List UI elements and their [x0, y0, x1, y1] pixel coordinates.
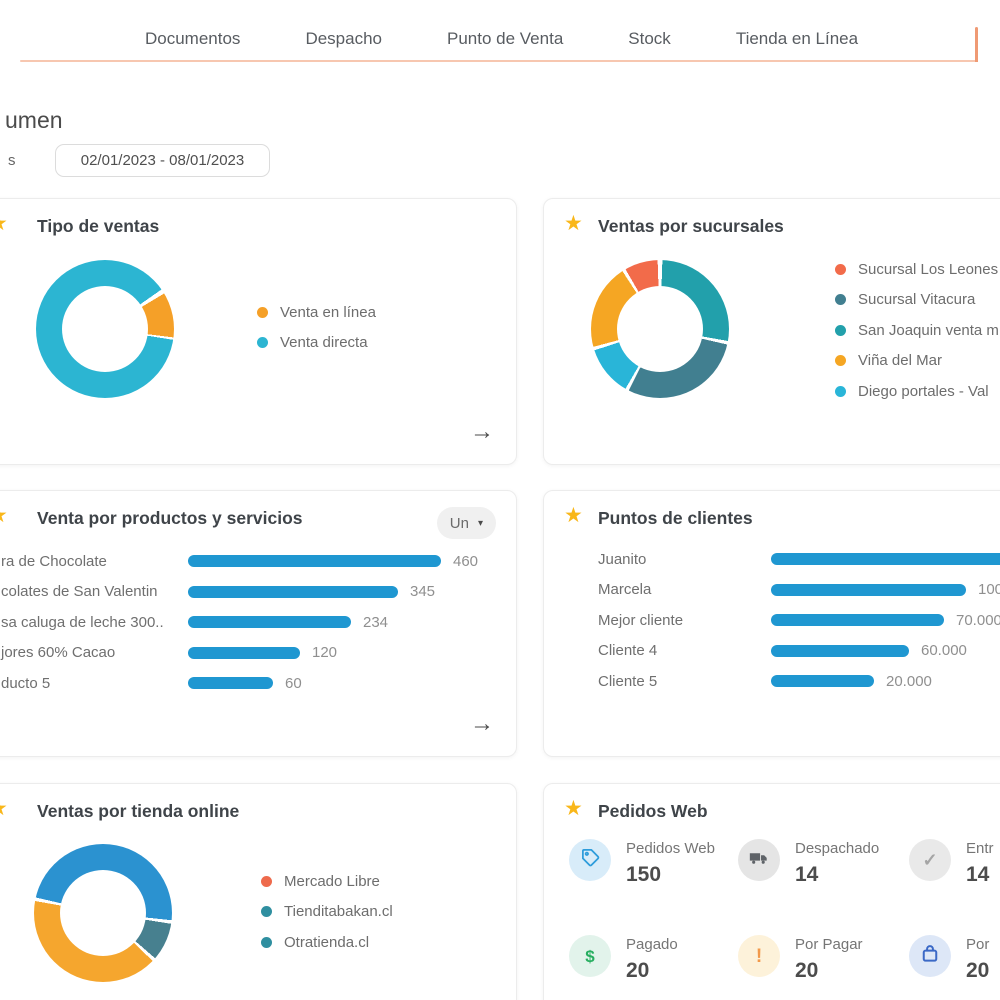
bar-row: ducto 5 60	[1, 668, 516, 699]
stat-pedidos-web: Pedidos Web 150	[569, 839, 738, 887]
tipo-de-ventas-legend: Venta en línea Venta directa	[257, 297, 376, 358]
legend-dot	[257, 337, 268, 348]
stat-por-retirar: Por 20	[909, 935, 1000, 983]
bar[interactable]	[771, 553, 1000, 565]
legend-item: Venta directa	[257, 328, 376, 359]
card-ventas-por-sucursales: ★ Ventas por sucursales Sucursal Los Leo…	[543, 198, 1000, 465]
stat-entregado: ✓ Entr 14	[909, 839, 1000, 887]
nav-item-tienda-en-linea[interactable]: Tienda en Línea	[736, 15, 858, 49]
legend-item: Viña del Mar	[835, 346, 999, 377]
legend-item: Venta en línea	[257, 297, 376, 328]
legend-item: Tienditabakan.cl	[261, 897, 393, 928]
bar-row: Mejor cliente 70.000	[598, 605, 1000, 636]
stat-despachado: Despachado 14	[738, 839, 909, 887]
legend-dot	[835, 386, 846, 397]
date-filter-label: s	[8, 152, 16, 169]
legend-item: Diego portales - Val	[835, 376, 999, 407]
stat-pagado: $ Pagado 20	[569, 935, 738, 983]
bar-row: Cliente 4 60.000	[598, 636, 1000, 667]
nav-accent-underline	[20, 60, 977, 62]
bar[interactable]	[771, 675, 874, 687]
bar[interactable]	[188, 677, 273, 689]
card-title: Ventas por sucursales	[598, 216, 784, 237]
favorite-star-icon[interactable]: ★	[0, 797, 8, 821]
card-pedidos-web: ★ Pedidos Web Pedidos Web 150	[543, 783, 1000, 1000]
sucursales-donut-chart[interactable]	[591, 260, 729, 398]
bar-row: colates de San Valentin 345	[1, 577, 516, 608]
favorite-star-icon[interactable]: ★	[564, 797, 583, 821]
card-puntos-de-clientes: ★ Puntos de clientes Juanito Marcela 100…	[543, 490, 1000, 757]
legend-dot	[835, 264, 846, 275]
chevron-down-icon: ▾	[478, 518, 483, 529]
dollar-icon: $	[585, 948, 594, 965]
bar[interactable]	[771, 645, 909, 657]
bar[interactable]	[771, 584, 966, 596]
favorite-star-icon[interactable]: ★	[0, 212, 8, 236]
tienda-online-donut-chart[interactable]	[34, 844, 172, 982]
bar[interactable]	[188, 616, 351, 628]
favorite-star-icon[interactable]: ★	[0, 504, 8, 528]
productos-bar-chart: ra de Chocolate 460 colates de San Valen…	[0, 546, 516, 699]
card-title: Puntos de clientes	[598, 508, 753, 529]
check-icon: ✓	[922, 851, 937, 869]
bar[interactable]	[771, 614, 944, 626]
nav-item-despacho[interactable]: Despacho	[305, 15, 382, 49]
bar-row: ra de Chocolate 460	[1, 546, 516, 577]
card-title: Ventas por tienda online	[37, 801, 239, 822]
card-title: Venta por productos y servicios	[37, 508, 303, 529]
truck-icon	[748, 847, 770, 874]
legend-dot	[835, 294, 846, 305]
nav-item-stock[interactable]: Stock	[628, 15, 671, 49]
card-tipo-de-ventas: ★ Tipo de ventas Venta en línea Venta di…	[0, 198, 517, 465]
legend-item: San Joaquin venta m	[835, 315, 999, 346]
legend-dot	[261, 906, 272, 917]
legend-dot	[257, 307, 268, 318]
page-title: umen	[5, 107, 63, 134]
favorite-star-icon[interactable]: ★	[564, 504, 583, 528]
legend-dot	[261, 876, 272, 887]
bar-row: Cliente 5 20.000	[598, 666, 1000, 697]
card-ventas-tienda-online: ★ Ventas por tienda online Mercado Libre…	[0, 783, 517, 1000]
date-range-input[interactable]: 02/01/2023 - 08/01/2023	[55, 144, 270, 177]
unit-selector-dropdown[interactable]: Un ▾	[437, 507, 496, 539]
card-venta-por-productos: ★ Venta por productos y servicios Un ▾ r…	[0, 490, 517, 757]
bar[interactable]	[188, 555, 441, 567]
legend-dot	[835, 325, 846, 336]
card-title: Pedidos Web	[598, 801, 708, 822]
card-detail-arrow-icon[interactable]: →	[470, 420, 494, 444]
legend-item: Mercado Libre	[261, 866, 393, 897]
legend-item: Sucursal Vitacura	[835, 285, 999, 316]
bar-row: Juanito	[598, 544, 1000, 575]
exclamation-icon: !	[756, 947, 762, 966]
legend-dot	[835, 355, 846, 366]
legend-item: Sucursal Los Leones	[835, 254, 999, 285]
bar[interactable]	[188, 586, 398, 598]
sucursales-legend: Sucursal Los Leones Sucursal Vitacura Sa…	[835, 254, 999, 407]
card-title: Tipo de ventas	[37, 216, 159, 237]
stat-por-pagar: ! Por Pagar 20	[738, 935, 909, 983]
puntos-bar-chart: Juanito Marcela 100.000 Mejor cliente 70…	[544, 544, 1000, 697]
bar-row: sa caluga de leche 300.. 234	[1, 607, 516, 638]
nav-item-documentos[interactable]: Documentos	[145, 15, 240, 49]
tienda-online-legend: Mercado Libre Tienditabakan.cl Otratiend…	[261, 866, 393, 958]
tipo-de-ventas-donut-chart[interactable]	[36, 260, 174, 398]
bar-row: jores 60% Cacao 120	[1, 638, 516, 669]
top-nav: Documentos Despacho Punto de Venta Stock…	[0, 0, 1000, 63]
legend-item: Otratienda.cl	[261, 927, 393, 958]
card-detail-arrow-icon[interactable]: →	[470, 712, 494, 736]
dashboard-screen: Documentos Despacho Punto de Venta Stock…	[0, 0, 1000, 1000]
bar-row: Marcela 100.000	[598, 575, 1000, 606]
bar[interactable]	[188, 647, 300, 659]
bag-icon	[920, 944, 940, 969]
pedidos-web-stats: Pedidos Web 150 Despachado 14 ✓	[569, 839, 1000, 983]
tag-icon	[580, 847, 601, 873]
active-tab-accent	[975, 27, 978, 62]
legend-dot	[261, 937, 272, 948]
nav-item-punto-de-venta[interactable]: Punto de Venta	[447, 15, 563, 49]
favorite-star-icon[interactable]: ★	[564, 212, 583, 236]
